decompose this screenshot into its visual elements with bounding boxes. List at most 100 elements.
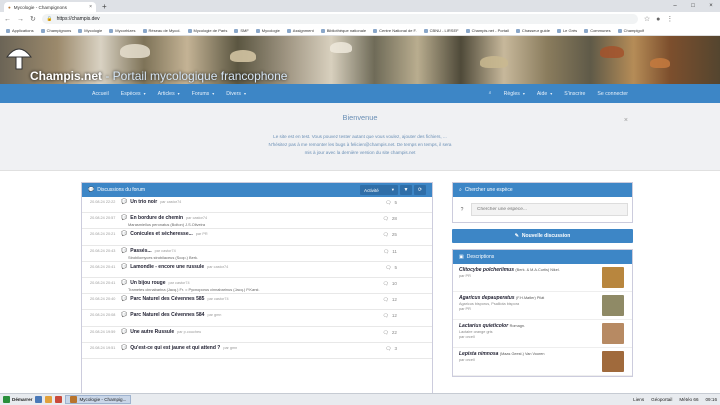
species-thumbnail[interactable] bbox=[602, 267, 624, 288]
description-item[interactable]: Lepista nimnosa (Maas Geest.) Van Vooren… bbox=[453, 348, 632, 376]
description-author[interactable]: par orcell bbox=[459, 335, 626, 339]
topic-author[interactable]: par PR bbox=[196, 232, 208, 236]
topic-title[interactable]: Lamondie - encore une russule bbox=[130, 264, 204, 270]
nav-item-esp-ces[interactable]: Espèces ▾ bbox=[115, 91, 152, 97]
forum-topic-row[interactable]: 20.08.24 20:41 💬 Un bijou rouge par castor7… bbox=[82, 278, 432, 295]
bookmark-item[interactable]: Mycologie bbox=[78, 28, 102, 33]
topic-author[interactable]: par castor74 bbox=[207, 297, 228, 301]
bookmark-item[interactable]: Champigolf bbox=[618, 28, 644, 33]
topic-author[interactable]: par castor74 bbox=[186, 216, 207, 220]
bookmark-item[interactable]: CBNU - LIRSEF bbox=[424, 28, 459, 33]
nav-item-aide[interactable]: Aide ▾ bbox=[531, 91, 558, 97]
tray-geoportail[interactable]: Géoportail bbox=[651, 397, 672, 402]
nav-item-s-inscrire[interactable]: S'inscrire bbox=[558, 91, 591, 97]
nav-item-articles[interactable]: Articles ▾ bbox=[152, 91, 186, 97]
description-item[interactable]: Lactarius quieticolor Romagn. Lactaire or… bbox=[453, 320, 632, 348]
sort-select[interactable]: Activité ▾ bbox=[360, 185, 398, 195]
tray-links[interactable]: Liens bbox=[633, 397, 644, 402]
description-author[interactable]: par PR bbox=[459, 274, 626, 278]
close-window-icon[interactable]: × bbox=[702, 0, 720, 12]
topic-author[interactable]: par castor74 bbox=[155, 249, 176, 253]
forum-topic-row[interactable]: 20.08.24 20:41 💬 Lamondie - encore une rus… bbox=[82, 262, 432, 278]
bookmark-item[interactable]: Mycologie bbox=[256, 28, 280, 33]
taskbar-active-window[interactable]: Mycologie - Champig... bbox=[65, 395, 132, 404]
topic-title[interactable]: Un bijou rouge bbox=[130, 280, 165, 286]
bookmark-item[interactable]: Mycorhizes bbox=[109, 28, 135, 33]
bookmark-item[interactable]: Chasseur guide bbox=[516, 28, 550, 33]
bookmark-item[interactable]: Champignons bbox=[41, 28, 72, 33]
close-notice-icon[interactable]: × bbox=[624, 117, 628, 124]
topic-title[interactable]: En bordure de chemin bbox=[130, 215, 183, 221]
bookmark-item[interactable]: Bibliothèque nationale bbox=[321, 28, 366, 33]
bookmark-item[interactable]: Réseau de Mycol. bbox=[143, 28, 181, 33]
url-field[interactable]: 🔒 https://champis.dev bbox=[41, 14, 638, 24]
filter-icon[interactable]: ▼ bbox=[400, 185, 412, 195]
refresh-icon[interactable]: ⟳ bbox=[414, 185, 426, 195]
topic-author[interactable]: par p.coucheu bbox=[177, 330, 201, 334]
forum-topic-row[interactable]: 20.08.24 20:43 💬 Passés... par castor74 Stro… bbox=[82, 246, 432, 262]
species-thumbnail[interactable] bbox=[602, 323, 624, 344]
nav-item-r-gles[interactable]: Règles ▾ bbox=[498, 91, 531, 97]
topic-title[interactable]: Conicules et sécheresse... bbox=[130, 231, 193, 237]
quicklaunch-icon[interactable] bbox=[55, 396, 63, 403]
topic-species[interactable]: Trametes cinnabarina (Jacq.) Fr. = Pycno… bbox=[128, 287, 424, 292]
reload-icon[interactable]: ↻ bbox=[30, 15, 36, 23]
quicklaunch-icon[interactable] bbox=[35, 396, 43, 403]
species-search-input[interactable] bbox=[471, 203, 628, 216]
topic-author[interactable]: par castor74 bbox=[207, 265, 228, 269]
topic-author[interactable]: par castor74 bbox=[160, 200, 181, 204]
species-name[interactable]: Clitocybe polcheriimus bbox=[459, 267, 514, 273]
description-author[interactable]: par orcell bbox=[459, 358, 626, 362]
bookmark-item[interactable]: Applications bbox=[6, 28, 34, 33]
topic-title[interactable]: Parc Naturel des Cévennes 585 bbox=[130, 296, 204, 302]
bookmark-item[interactable]: Champis.net - Portail bbox=[466, 28, 509, 33]
topic-species[interactable]: Marasmiellus peronatus (Bolton) J.S.Oliv… bbox=[128, 222, 424, 227]
topic-title[interactable]: Une autre Russule bbox=[130, 329, 174, 335]
tray-weather[interactable]: Météo 66 bbox=[679, 397, 698, 402]
bookmark-item[interactable]: SMF bbox=[234, 28, 248, 33]
profile-icon[interactable]: ● bbox=[656, 16, 660, 23]
topic-species[interactable]: Strobilomyces strobilaceus (Scop.) Berk. bbox=[128, 255, 424, 260]
species-thumbnail[interactable] bbox=[602, 351, 624, 372]
menu-icon[interactable]: ⋮ bbox=[666, 15, 673, 23]
forum-topic-row[interactable]: 20.08.24 19:51 💬 Qu'est-ce qui est jaune e… bbox=[82, 343, 432, 359]
topic-author[interactable]: par castor74 bbox=[169, 281, 190, 285]
description-author[interactable]: par PR bbox=[459, 307, 626, 311]
forum-topic-row[interactable]: 20.08.24 19:59 💬 Une autre Russule par p.co… bbox=[82, 327, 432, 343]
quicklaunch-icon[interactable] bbox=[45, 396, 53, 403]
nav-item-se-connecter[interactable]: Se connecter bbox=[591, 91, 634, 97]
forum-topic-row[interactable]: 20.08.24 20:08 💬 Parc Naturel des Cévennes… bbox=[82, 310, 432, 327]
forum-topic-row[interactable]: 20.08.24 20:40 💬 Parc Naturel des Cévennes… bbox=[82, 294, 432, 311]
close-tab-icon[interactable]: × bbox=[89, 4, 92, 10]
forum-topic-row[interactable]: 20.08.24 20:21 💬 Conicules et sécheresse..… bbox=[82, 229, 432, 246]
forum-topic-row[interactable]: 20.08.24 20:57 💬 En bordure de chemin par c… bbox=[82, 213, 432, 230]
species-thumbnail[interactable] bbox=[602, 295, 624, 316]
topic-title[interactable]: Passés... bbox=[130, 248, 151, 254]
topic-author[interactable]: par gmn bbox=[223, 346, 237, 350]
star-icon[interactable]: ☆ bbox=[644, 15, 650, 23]
maximize-icon[interactable]: □ bbox=[684, 0, 702, 12]
bookmark-item[interactable]: Mycologie de Paris bbox=[188, 28, 228, 33]
description-item[interactable]: Agaricus depauperatus (F.H.Møller) Pilát… bbox=[453, 292, 632, 320]
topic-title[interactable]: Un trio noir bbox=[130, 199, 157, 205]
new-tab-button[interactable]: + bbox=[102, 2, 107, 12]
minimize-icon[interactable]: – bbox=[666, 0, 684, 12]
nav-item-divers[interactable]: Divers ▾ bbox=[220, 91, 252, 97]
bookmark-item[interactable]: Communes bbox=[584, 28, 610, 33]
site-title[interactable]: Champis.net - Portail mycologique franco… bbox=[30, 69, 287, 83]
nav-item-accueil[interactable]: Accueil bbox=[86, 91, 115, 97]
species-name[interactable]: Lepista nimnosa bbox=[459, 351, 498, 357]
description-item[interactable]: Clitocybe polcheriimus (Berk. & M.A.Curt… bbox=[453, 264, 632, 292]
forum-topic-row[interactable]: 20.08.24 22:22 💬 Un trio noir par castor74 🗨… bbox=[82, 197, 432, 214]
topic-author[interactable]: par gmn bbox=[207, 313, 221, 317]
search-icon[interactable]: ⌕ bbox=[483, 90, 498, 97]
topic-title[interactable]: Parc Naturel des Cévennes 584 bbox=[130, 312, 204, 318]
species-name[interactable]: Lactarius quieticolor bbox=[459, 323, 508, 329]
back-icon[interactable]: ← bbox=[4, 16, 11, 23]
bookmark-item[interactable]: Centre National de F. bbox=[373, 28, 417, 33]
nav-item-forums[interactable]: Forums ▾ bbox=[186, 91, 221, 97]
start-button[interactable]: Démarrer bbox=[3, 396, 32, 403]
bookmark-item[interactable]: Le Grès bbox=[557, 28, 577, 33]
help-icon[interactable]: ? bbox=[457, 207, 467, 213]
forward-icon[interactable]: → bbox=[17, 16, 24, 23]
